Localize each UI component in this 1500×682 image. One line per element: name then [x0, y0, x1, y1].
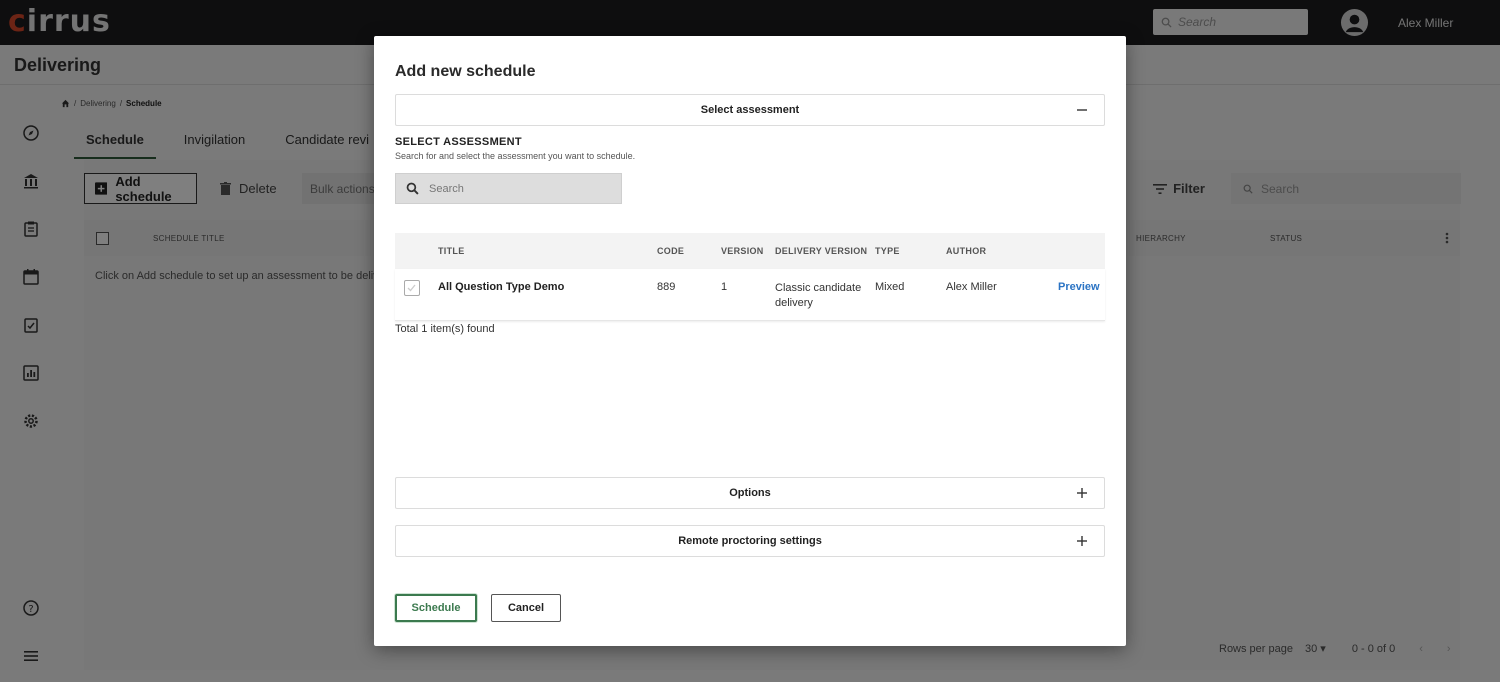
assessment-table-header: TITLE CODE VERSION DELIVERY VERSION TYPE…	[395, 233, 1105, 269]
column-version: VERSION	[721, 246, 764, 256]
remote-proctoring-accordion[interactable]: Remote proctoring settings	[395, 525, 1105, 557]
collapse-icon[interactable]	[1074, 102, 1090, 118]
assessment-search-input[interactable]: Search	[395, 173, 622, 204]
assessment-title: All Question Type Demo	[438, 281, 565, 293]
column-code: CODE	[657, 246, 685, 256]
column-type: TYPE	[875, 246, 900, 256]
preview-link[interactable]: Preview	[1058, 281, 1100, 293]
expand-icon[interactable]	[1074, 533, 1090, 549]
add-schedule-dialog: Add new schedule Select assessment SELEC…	[374, 36, 1126, 646]
assessment-table: TITLE CODE VERSION DELIVERY VERSION TYPE…	[395, 233, 1105, 321]
table-row[interactable]: All Question Type Demo 889 1 Classic can…	[395, 269, 1105, 321]
assessment-type: Mixed	[875, 281, 905, 293]
column-author: AUTHOR	[946, 246, 987, 256]
assessment-author: Alex Miller	[946, 281, 997, 293]
select-assessment-label: SELECT ASSESSMENT	[395, 136, 522, 148]
assessment-version: 1	[721, 281, 728, 293]
schedule-button[interactable]: Schedule	[395, 594, 477, 622]
row-checkbox[interactable]	[404, 280, 420, 296]
select-assessment-description: Search for and select the assessment you…	[395, 151, 636, 161]
checkmark-icon	[407, 284, 416, 292]
assessment-code: 889	[657, 281, 676, 293]
assessment-delivery-version: Classic candidate delivery	[775, 282, 862, 309]
select-assessment-accordion[interactable]: Select assessment	[395, 94, 1105, 126]
column-delivery-version: DELIVERY VERSION	[775, 246, 868, 256]
results-count: Total 1 item(s) found	[395, 323, 495, 335]
dialog-title: Add new schedule	[395, 63, 536, 80]
options-accordion[interactable]: Options	[395, 477, 1105, 509]
cancel-button[interactable]: Cancel	[491, 594, 561, 622]
expand-icon[interactable]	[1074, 485, 1090, 501]
column-title: TITLE	[438, 246, 465, 256]
search-icon	[406, 182, 419, 195]
